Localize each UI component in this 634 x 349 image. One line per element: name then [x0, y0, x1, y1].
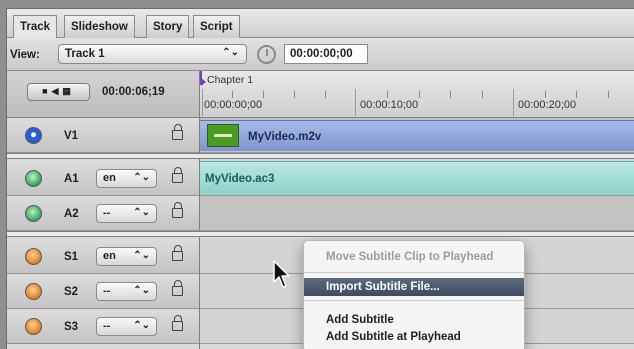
menu-separator [304, 300, 524, 301]
view-toolbar: View: Track 1 ⌃⌄ 00:00:00;00 [7, 38, 634, 71]
chapter-marker-icon[interactable] [200, 71, 206, 86]
track-header-a1: A1 en ⌃⌄ [7, 161, 199, 196]
view-select[interactable]: Track 1 ⌃⌄ [58, 44, 247, 64]
select-arrows-icon: ⌃⌄ [133, 285, 150, 296]
ruler-tick [202, 89, 203, 116]
video-thumbnail [207, 124, 239, 147]
audio-clip-label: MyVideo.ac3 [205, 173, 275, 185]
lock-icon[interactable] [172, 245, 183, 261]
language-select[interactable]: -- ⌃⌄ [96, 317, 157, 336]
mouse-cursor-icon [273, 260, 290, 288]
ruler-tick [576, 91, 577, 98]
lock-icon[interactable] [172, 167, 183, 183]
ruler-tick [482, 91, 483, 98]
view-label: View: [10, 49, 40, 61]
track-name: V1 [64, 130, 79, 142]
language-select[interactable]: en ⌃⌄ [96, 169, 157, 188]
ruler-tick-label: 00:00:00;00 [204, 99, 263, 111]
context-menu: Move Subtitle Clip to Playhead Import Su… [303, 240, 525, 349]
track-group-divider [7, 153, 634, 159]
select-arrows-icon: ⌃⌄ [133, 207, 150, 218]
track-name: A2 [64, 208, 79, 220]
ruler-tick [545, 91, 546, 98]
view-select-value: Track 1 [65, 48, 105, 60]
track-enable-icon[interactable] [25, 248, 42, 265]
ruler-tick [355, 89, 356, 116]
track-header-a2: A2 -- ⌃⌄ [7, 196, 199, 231]
transport-controls[interactable]: ■◀▦ [27, 83, 90, 101]
track-headers: ■◀▦ 00:00:06;19 V1 A1 en ⌃⌄ A2 -- ⌃⌄ S1 … [7, 71, 199, 349]
track-header-v1: V1 [7, 118, 199, 153]
track-name: A1 [64, 173, 79, 185]
ruler-tick [263, 91, 264, 98]
language-value: en [103, 250, 116, 262]
audio-clip[interactable]: MyVideo.ac3 [200, 161, 634, 195]
lock-icon[interactable] [172, 202, 183, 218]
select-arrows-icon: ⌃⌄ [133, 172, 150, 183]
ruler-tick [387, 91, 388, 98]
language-value: -- [103, 207, 111, 219]
language-select[interactable]: -- ⌃⌄ [96, 282, 157, 301]
tab-bar: Track Slideshow Story Script [7, 9, 634, 39]
language-select[interactable]: en ⌃⌄ [96, 247, 157, 266]
track-header-s3: S3 -- ⌃⌄ [7, 309, 199, 344]
ruler-tick [294, 91, 295, 98]
menu-item-add-subtitle-at-playhead[interactable]: Add Subtitle at Playhead [304, 328, 524, 346]
track-header-s2: S2 -- ⌃⌄ [7, 274, 199, 309]
track-name: S3 [64, 321, 79, 333]
timecode-field[interactable]: 00:00:00;00 [284, 44, 368, 64]
lane-a1[interactable]: MyVideo.ac3 [200, 161, 634, 196]
time-ruler[interactable]: Chapter 1 00:00:00;00 00:00:10;00 00:00:… [200, 71, 634, 118]
select-arrows-icon: ⌃⌄ [222, 47, 239, 58]
lock-icon[interactable] [172, 280, 183, 296]
select-arrows-icon: ⌃⌄ [133, 250, 150, 261]
track-group-divider [7, 231, 634, 237]
lock-icon[interactable] [172, 124, 183, 140]
menu-item-import-subtitle-file[interactable]: Import Subtitle File... [304, 278, 524, 296]
track-enable-icon[interactable] [25, 283, 42, 300]
current-timecode: 00:00:06;19 [102, 86, 165, 98]
language-value: -- [103, 320, 111, 332]
ruler-tick [608, 91, 609, 98]
lane-v1[interactable]: MyVideo.m2v [200, 118, 634, 153]
ruler-tick-label: 00:00:10;00 [360, 99, 419, 111]
ruler-tick [325, 91, 326, 98]
tab-slideshow[interactable]: Slideshow [64, 15, 135, 38]
menu-item-add-subtitle[interactable]: Add Subtitle [304, 311, 524, 329]
track-enable-icon[interactable] [25, 127, 42, 144]
video-clip-label: MyVideo.m2v [248, 131, 322, 143]
ruler-tick [232, 91, 233, 98]
select-arrows-icon: ⌃⌄ [133, 320, 150, 331]
track-enable-icon[interactable] [25, 170, 42, 187]
track-enable-icon[interactable] [25, 205, 42, 222]
timecode-clock-icon[interactable] [257, 45, 276, 64]
track-name: S1 [64, 251, 79, 263]
ruler-tick [419, 91, 420, 98]
ruler-tick [513, 89, 514, 116]
tab-script[interactable]: Script [193, 15, 240, 38]
ruler-tick [450, 91, 451, 98]
language-value: -- [103, 285, 111, 297]
tab-story[interactable]: Story [146, 15, 190, 38]
lane-a2[interactable] [200, 196, 634, 231]
video-clip[interactable]: MyVideo.m2v [200, 120, 634, 151]
ruler-tick-label: 00:00:20;00 [518, 99, 577, 111]
menu-item-move-subtitle-clip: Move Subtitle Clip to Playhead [326, 251, 494, 263]
language-select[interactable]: -- ⌃⌄ [96, 204, 157, 223]
ruler-header: ■◀▦ 00:00:06;19 [7, 71, 199, 118]
tab-track[interactable]: Track [13, 15, 58, 39]
lock-icon[interactable] [172, 315, 183, 331]
track-header-s1: S1 en ⌃⌄ [7, 239, 199, 274]
track-enable-icon[interactable] [25, 318, 42, 335]
menu-separator [304, 272, 524, 273]
track-name: S2 [64, 286, 79, 298]
language-value: en [103, 172, 116, 184]
chapter-label: Chapter 1 [207, 74, 254, 86]
